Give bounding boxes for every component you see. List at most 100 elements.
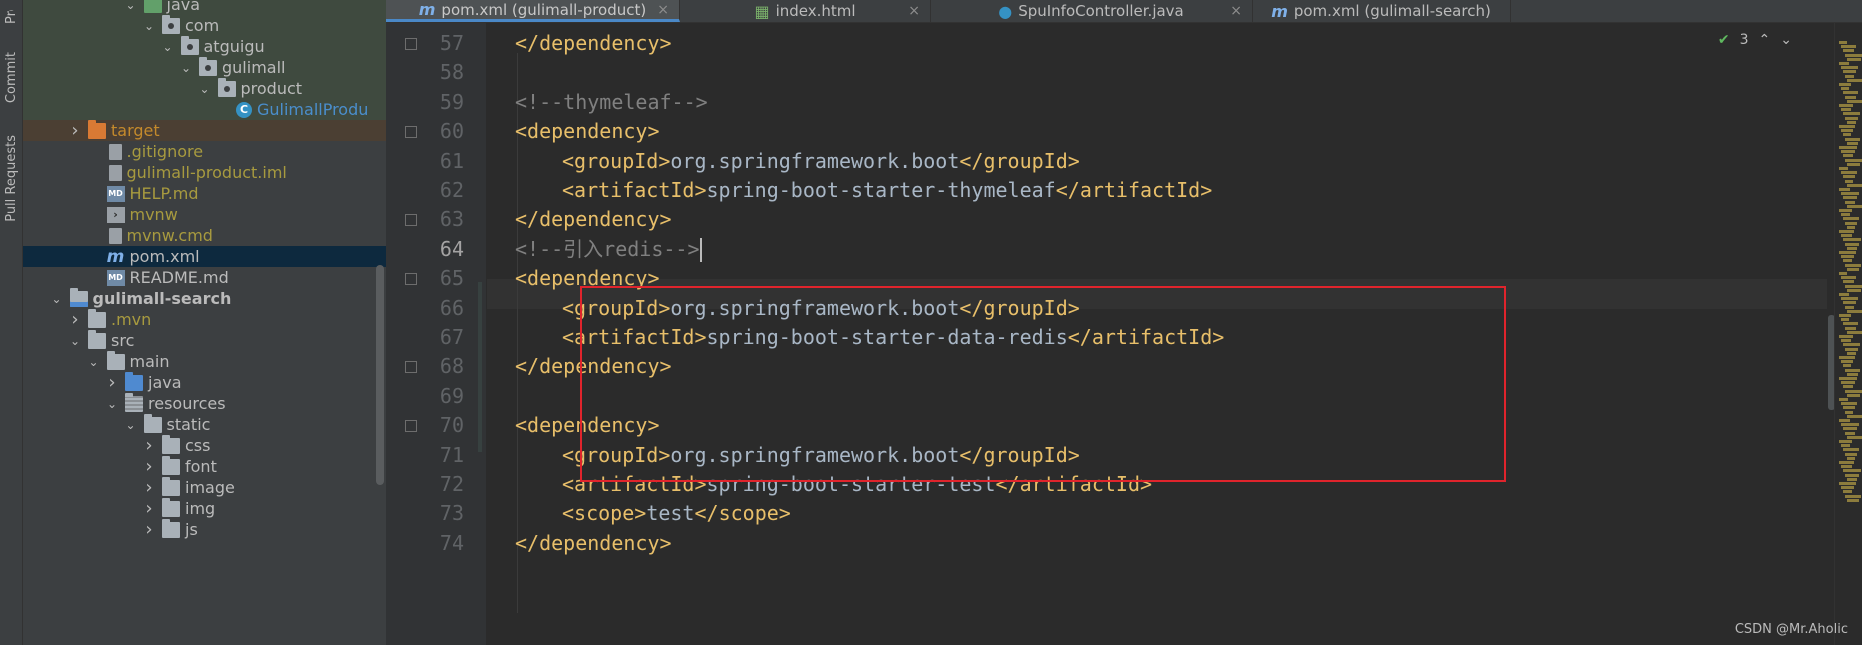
chevron-right-icon[interactable]: › bbox=[68, 309, 82, 330]
chevron-down-icon[interactable]: ⌄ bbox=[142, 19, 156, 33]
code-line[interactable]: </dependency> bbox=[515, 29, 672, 58]
tree-item-gulimall[interactable]: ⌄ gulimall bbox=[23, 56, 386, 78]
tree-item-mvnw-cmd[interactable]: mvnw.cmd bbox=[23, 225, 386, 246]
folder-icon bbox=[106, 350, 125, 370]
tree-item-atguigu[interactable]: ⌄ atguigu bbox=[23, 35, 386, 57]
tree-item-image[interactable]: › image bbox=[23, 476, 386, 498]
side-tab-pull-requests[interactable]: Pull Requests bbox=[0, 128, 22, 228]
stripe-mark bbox=[1843, 70, 1856, 74]
fold-marker-icon[interactable] bbox=[405, 361, 417, 374]
error-stripe[interactable] bbox=[1834, 23, 1862, 645]
html-file-icon: ▦ bbox=[754, 1, 770, 21]
tree-item-help-md[interactable]: MD HELP.md bbox=[23, 183, 386, 204]
tree-item-gitignore[interactable]: .gitignore bbox=[23, 141, 386, 162]
tree-item-readme-md[interactable]: MD README.md bbox=[23, 267, 386, 288]
code-line[interactable]: <dependency> bbox=[515, 117, 660, 146]
close-icon[interactable]: × bbox=[657, 2, 669, 18]
stripe-mark bbox=[1841, 402, 1857, 406]
tree-item-label: target bbox=[111, 121, 160, 140]
package-icon bbox=[162, 14, 180, 34]
chevron-right-icon[interactable]: › bbox=[142, 498, 156, 519]
tree-item-gulimallprodu[interactable]: C GulimallProdu bbox=[23, 99, 386, 120]
tree-item-gulimall-search[interactable]: ⌄ gulimall-search bbox=[23, 287, 386, 309]
tree-item-com[interactable]: ⌄ com bbox=[23, 14, 386, 36]
chevron-down-icon[interactable]: ⌄ bbox=[50, 292, 64, 306]
chevron-right-icon[interactable]: › bbox=[68, 120, 82, 141]
chevron-right-icon[interactable]: › bbox=[142, 456, 156, 477]
stripe-mark bbox=[1841, 318, 1849, 322]
markdown-icon: MD bbox=[106, 269, 125, 286]
stripe-mark bbox=[1843, 49, 1854, 53]
chevron-down-icon[interactable]: ⌄ bbox=[179, 61, 193, 75]
tree-item-resources[interactable]: ⌄ resources bbox=[23, 392, 386, 414]
chevron-down-icon[interactable]: ⌄ bbox=[68, 334, 82, 348]
code-line[interactable]: <groupId>org.springframework.boot</group… bbox=[562, 147, 1080, 176]
tree-item-gulimall-product-iml[interactable]: gulimall-product.iml bbox=[23, 162, 386, 183]
tree-item-css[interactable]: › css bbox=[23, 434, 386, 456]
tree-item-product[interactable]: ⌄ product bbox=[23, 77, 386, 99]
stripe-mark bbox=[1841, 66, 1858, 70]
chevron-down-icon[interactable]: ⌄ bbox=[1780, 32, 1792, 48]
module-icon bbox=[69, 287, 88, 307]
stripe-mark bbox=[1839, 440, 1852, 443]
tree-item-target[interactable]: › target bbox=[23, 119, 386, 141]
tree-item-src[interactable]: ⌄ src bbox=[23, 329, 386, 351]
side-tab-commit[interactable]: Commit bbox=[0, 45, 22, 110]
stripe-mark bbox=[1845, 74, 1854, 78]
file-icon bbox=[108, 143, 122, 160]
fold-marker-icon[interactable] bbox=[405, 38, 417, 50]
tree-item-java[interactable]: › java bbox=[23, 371, 386, 393]
chevron-right-icon[interactable]: › bbox=[142, 435, 156, 456]
tree-item-js[interactable]: › js bbox=[23, 518, 386, 540]
code-line[interactable]: <!--引入redis--> bbox=[515, 235, 702, 264]
tree-item-img[interactable]: › img bbox=[23, 497, 386, 519]
fold-marker-icon[interactable] bbox=[405, 126, 417, 139]
inspection-widget[interactable]: ✔ 3 ⌃ ⌄ bbox=[1718, 32, 1792, 48]
stripe-mark bbox=[1841, 150, 1855, 154]
chevron-down-icon[interactable]: ⌄ bbox=[198, 82, 212, 96]
close-icon[interactable]: × bbox=[908, 3, 920, 19]
chevron-up-icon[interactable]: ⌃ bbox=[1759, 32, 1771, 48]
fold-marker-icon[interactable] bbox=[405, 420, 417, 433]
chevron-right-icon[interactable]: › bbox=[142, 477, 156, 498]
tree-item-font[interactable]: › font bbox=[23, 455, 386, 477]
tree-item-mvnw[interactable]: › mvnw bbox=[23, 204, 386, 225]
project-tree-scrollbar[interactable] bbox=[376, 265, 384, 485]
chevron-right-icon[interactable]: › bbox=[105, 372, 119, 393]
vcs-change-marker[interactable] bbox=[478, 282, 482, 452]
tree-item-mvn[interactable]: › .mvn bbox=[23, 308, 386, 330]
tree-item-pom-xml[interactable]: m pom.xml bbox=[23, 246, 386, 267]
fold-marker-icon[interactable] bbox=[405, 214, 417, 227]
code-line[interactable]: <scope>test</scope> bbox=[562, 499, 791, 528]
stripe-mark bbox=[1847, 330, 1862, 334]
tree-item-main[interactable]: ⌄ main bbox=[23, 350, 386, 372]
chevron-right-icon[interactable]: › bbox=[142, 519, 156, 540]
chevron-down-icon[interactable]: ⌄ bbox=[105, 397, 119, 411]
chevron-down-icon[interactable]: ⌄ bbox=[124, 0, 138, 12]
side-tab-project[interactable]: Project bbox=[0, 2, 22, 32]
stripe-mark bbox=[1841, 444, 1850, 448]
tree-item-java[interactable]: ⌄ java bbox=[23, 0, 386, 15]
fold-marker-icon[interactable] bbox=[405, 273, 417, 286]
editor-tab-2[interactable]: ▦ index.html × bbox=[680, 0, 931, 22]
editor-tab-3[interactable]: ● SpuInfoController.java × bbox=[930, 0, 1253, 22]
editor-tab-4[interactable]: m pom.xml (gulimall-search) bbox=[1252, 0, 1511, 22]
stripe-mark bbox=[1841, 339, 1851, 343]
stripe-mark bbox=[1845, 305, 1854, 309]
close-icon[interactable]: × bbox=[1230, 3, 1242, 19]
stripe-mark bbox=[1847, 99, 1862, 103]
stripe-mark bbox=[1847, 351, 1856, 355]
chevron-down-icon[interactable]: ⌄ bbox=[161, 40, 175, 54]
code-line[interactable]: <!--thymeleaf--> bbox=[515, 88, 708, 117]
code-line[interactable]: </dependency> bbox=[515, 529, 672, 558]
editor-tab-1[interactable]: m pom.xml (gulimall-product) × bbox=[386, 0, 680, 22]
tree-item-label: gulimall-product.iml bbox=[126, 163, 287, 182]
chevron-down-icon[interactable]: ⌄ bbox=[124, 418, 138, 432]
tree-item-static[interactable]: ⌄ static bbox=[23, 413, 386, 435]
chevron-down-icon[interactable]: ⌄ bbox=[87, 355, 101, 369]
code-line[interactable]: </dependency> bbox=[515, 205, 672, 234]
code-line[interactable]: <artifactId>spring-boot-starter-thymelea… bbox=[562, 176, 1212, 205]
stripe-mark bbox=[1839, 377, 1857, 380]
stripe-mark bbox=[1843, 217, 1859, 221]
